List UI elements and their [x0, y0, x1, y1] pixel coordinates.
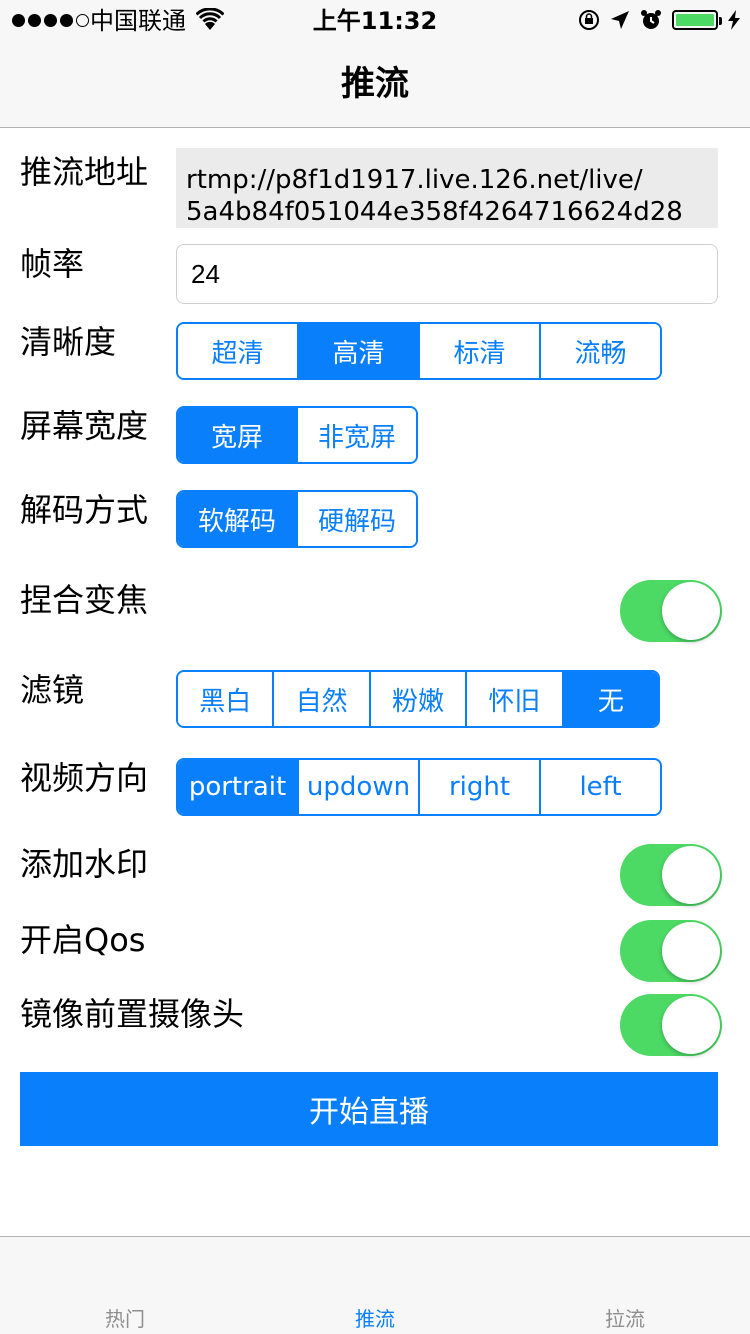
orientation-label: 视频方向	[20, 759, 149, 797]
screen-width-segmented-control[interactable]: 宽屏 非宽屏	[176, 406, 418, 464]
location-arrow-icon	[611, 11, 629, 29]
tab-hot[interactable]: 热门	[0, 1305, 250, 1333]
orientation-option-updown[interactable]: updown	[299, 760, 420, 814]
decode-label: 解码方式	[20, 491, 149, 529]
filter-option-pink[interactable]: 粉嫩	[370, 672, 468, 726]
mirror-camera-label: 镜像前置摄像头	[20, 995, 245, 1033]
push-url-line-1: rtmp://p8f1d1917.live.126.net/live/	[186, 165, 643, 195]
qos-label: 开启Qos	[20, 921, 146, 959]
fps-label: 帧率	[20, 245, 85, 283]
clarity-option-smooth[interactable]: 流畅	[541, 324, 660, 378]
clarity-option-high[interactable]: 高清	[299, 324, 420, 378]
navigation-bar: 推流	[0, 40, 750, 128]
orientation-option-portrait[interactable]: portrait	[178, 760, 299, 814]
pinch-zoom-label: 捏合变焦	[20, 581, 149, 619]
decode-segmented-control[interactable]: 软解码 硬解码	[176, 490, 418, 548]
watermark-toggle[interactable]	[620, 844, 722, 906]
orientation-segmented-control[interactable]: portrait updown right left	[176, 758, 662, 816]
filter-option-natural[interactable]: 自然	[274, 672, 371, 726]
status-bar: 中国联通 上午11:32	[0, 0, 750, 40]
tab-pull[interactable]: 拉流	[500, 1305, 750, 1333]
clarity-option-ultra[interactable]: 超清	[178, 324, 299, 378]
orientation-option-right[interactable]: right	[420, 760, 541, 814]
decode-option-software[interactable]: 软解码	[178, 492, 298, 546]
battery-icon	[672, 10, 722, 30]
watermark-label: 添加水印	[20, 845, 149, 883]
page-title: 推流	[341, 64, 409, 104]
clarity-label: 清晰度	[20, 323, 117, 361]
alarm-clock-icon	[641, 10, 661, 29]
charging-bolt-icon	[728, 10, 740, 30]
push-url-label: 推流地址	[20, 153, 149, 191]
filter-label: 滤镜	[20, 671, 85, 709]
pinch-zoom-toggle[interactable]	[620, 580, 722, 642]
clarity-option-standard[interactable]: 标清	[420, 324, 541, 378]
rotation-lock-icon	[579, 10, 599, 30]
filter-option-bw[interactable]: 黑白	[178, 672, 275, 726]
screen: 中国联通 上午11:32 推流 推流地址 rtmp://p8f1d1917.li…	[0, 0, 750, 1334]
tab-bar: 热门 推流 拉流	[0, 1236, 750, 1334]
filter-option-none[interactable]: 无	[563, 672, 658, 726]
orientation-option-left[interactable]: left	[541, 760, 660, 814]
tab-push[interactable]: 推流	[250, 1305, 500, 1333]
mirror-camera-toggle[interactable]	[620, 994, 722, 1056]
filter-option-retro[interactable]: 怀旧	[467, 672, 564, 726]
screen-width-option-normal[interactable]: 非宽屏	[298, 408, 416, 462]
push-url-field[interactable]: rtmp://p8f1d1917.live.126.net/live/ 5a4b…	[176, 148, 718, 228]
decode-option-hardware[interactable]: 硬解码	[298, 492, 416, 546]
clarity-segmented-control[interactable]: 超清 高清 标清 流畅	[176, 322, 662, 380]
start-live-button[interactable]: 开始直播	[20, 1072, 718, 1146]
qos-toggle[interactable]	[620, 920, 722, 982]
status-icons	[578, 6, 740, 34]
filter-segmented-control[interactable]: 黑白 自然 粉嫩 怀旧 无	[176, 670, 660, 728]
screen-width-label: 屏幕宽度	[20, 407, 149, 445]
push-url-line-2: 5a4b84f051044e358f4264716624d28	[186, 197, 683, 227]
screen-width-option-wide[interactable]: 宽屏	[178, 408, 298, 462]
fps-input[interactable]	[176, 244, 718, 304]
